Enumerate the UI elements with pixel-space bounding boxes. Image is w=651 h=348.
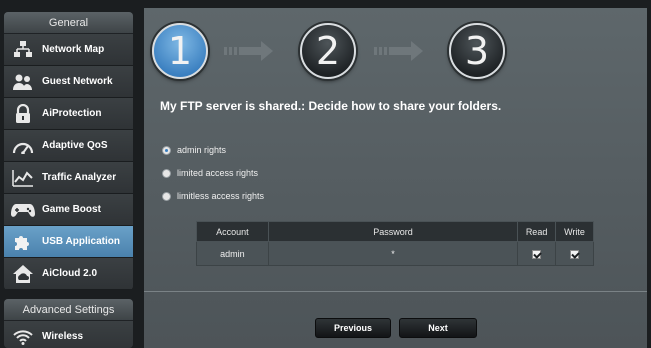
- sidebar-item-guest-network[interactable]: Guest Network: [4, 66, 133, 98]
- sidebar-item-adaptive-qos[interactable]: Adaptive QoS: [4, 130, 133, 162]
- sidebar-item-aiprotection[interactable]: AiProtection: [4, 98, 133, 130]
- sidebar-item-wireless[interactable]: Wireless: [4, 321, 133, 348]
- sidebar-item-label: Traffic Analyzer: [42, 172, 117, 183]
- wizard-steps: 1 2 3: [144, 8, 647, 84]
- step-1-indicator: 1: [152, 23, 208, 79]
- advanced-menu: Advanced Settings Wireless: [4, 299, 133, 348]
- read-checkbox[interactable]: [532, 249, 542, 259]
- traffic-chart-icon: [10, 166, 36, 190]
- radio-label: admin rights: [177, 145, 227, 155]
- option-admin-rights[interactable]: admin rights: [162, 145, 226, 155]
- account-cell: admin: [196, 241, 269, 266]
- cloud-house-icon: [10, 262, 36, 286]
- puzzle-icon: [10, 230, 36, 254]
- advanced-header: Advanced Settings: [4, 299, 133, 321]
- sidebar-item-label: Wireless: [42, 331, 84, 342]
- radio-button[interactable]: [162, 191, 171, 201]
- column-header-account: Account: [196, 221, 269, 242]
- option-limited-access-rights[interactable]: limited access rights: [162, 168, 258, 178]
- previous-button[interactable]: Previous: [315, 318, 391, 338]
- sidebar-item-label: Guest Network: [42, 76, 113, 87]
- read-cell: [517, 241, 557, 266]
- wifi-icon: [10, 325, 36, 348]
- write-checkbox[interactable]: [570, 249, 580, 259]
- general-menu: General Network Map Guest Network AiProt…: [4, 12, 133, 290]
- sidebar-item-label: USB Application: [42, 236, 120, 247]
- account-table: Account Password Read Write admin *: [196, 221, 594, 266]
- password-cell: *: [267, 241, 519, 266]
- radio-label: limitless access rights: [177, 191, 265, 201]
- step-3-indicator: 3: [449, 23, 505, 79]
- column-header-read: Read: [517, 221, 557, 242]
- sidebar-item-label: AiProtection: [42, 108, 102, 119]
- general-header: General: [4, 12, 133, 34]
- column-header-password: Password: [267, 221, 519, 242]
- table-row: admin *: [196, 241, 594, 266]
- next-button[interactable]: Next: [399, 318, 477, 338]
- sidebar-item-label: Adaptive QoS: [42, 140, 108, 151]
- network-map-icon: [10, 38, 36, 62]
- guest-network-icon: [10, 70, 36, 94]
- radio-button[interactable]: [162, 145, 171, 155]
- column-header-write: Write: [555, 221, 594, 242]
- sidebar: General Network Map Guest Network AiProt…: [0, 0, 138, 348]
- page-title: My FTP server is shared.: Decide how to …: [160, 99, 502, 113]
- gamepad-icon: [10, 198, 36, 222]
- write-cell: [555, 241, 594, 266]
- sidebar-item-game-boost[interactable]: Game Boost: [4, 194, 133, 226]
- sidebar-item-network-map[interactable]: Network Map: [4, 34, 133, 66]
- sidebar-item-usb-application[interactable]: USB Application: [4, 226, 133, 258]
- option-limitless-access-rights[interactable]: limitless access rights: [162, 191, 264, 201]
- ftp-wizard-panel: 1 2 3 My FTP server is shared.: Decide h…: [144, 8, 647, 348]
- step-arrow-icon: [224, 41, 273, 61]
- sidebar-item-label: Network Map: [42, 44, 105, 55]
- sidebar-item-label: Game Boost: [42, 204, 101, 215]
- divider: [144, 291, 647, 292]
- sidebar-item-label: AiCloud 2.0: [42, 268, 98, 279]
- table-header-row: Account Password Read Write: [196, 221, 594, 242]
- speedometer-icon: [10, 134, 36, 158]
- step-arrow-icon: [374, 41, 423, 61]
- step-2-indicator: 2: [300, 23, 356, 79]
- radio-button[interactable]: [162, 168, 171, 178]
- sidebar-item-aicloud[interactable]: AiCloud 2.0: [4, 258, 133, 290]
- radio-label: limited access rights: [177, 168, 259, 178]
- lock-icon: [10, 102, 36, 126]
- sidebar-item-traffic-analyzer[interactable]: Traffic Analyzer: [4, 162, 133, 194]
